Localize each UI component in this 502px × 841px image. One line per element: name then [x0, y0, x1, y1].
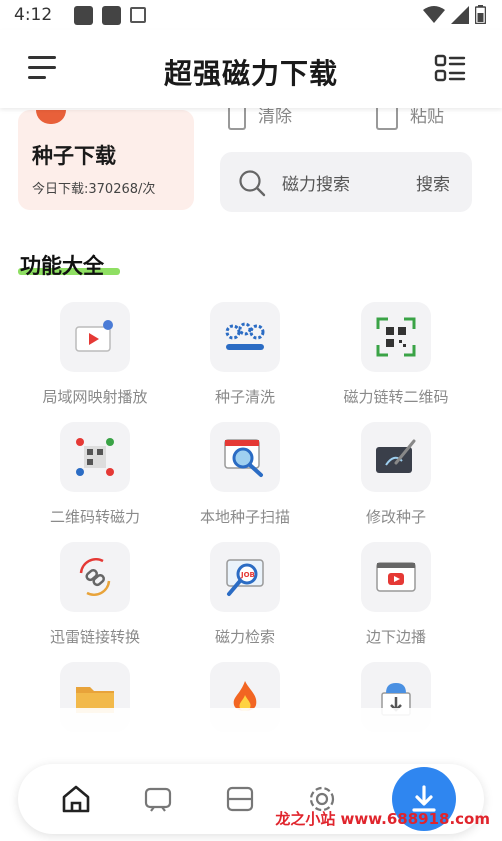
feature-label: 局域网映射播放 — [42, 388, 148, 406]
section-title: 功能大全 — [20, 254, 104, 278]
feature-qr-to-magnet[interactable]: 二维码转磁力 — [20, 422, 170, 532]
feature-thunder-link-convert[interactable]: 迅雷链接转换 — [20, 542, 170, 652]
status-icons — [423, 5, 486, 24]
watermark: 龙之小站 www.688918.com — [275, 810, 490, 828]
feature-label: 二维码转磁力 — [49, 508, 140, 526]
list-grid-icon[interactable] — [434, 54, 466, 84]
feature-label: 本地种子扫描 — [199, 508, 290, 526]
seed-leaf-icon — [36, 110, 66, 124]
signal-icon — [451, 5, 469, 24]
a-badge-icon — [130, 7, 147, 23]
search-icon — [239, 170, 266, 197]
tablet-pen-icon — [361, 422, 431, 492]
cast-screen-icon — [60, 302, 130, 372]
notification-square-icon — [102, 5, 122, 25]
paste-icon — [376, 108, 398, 130]
home-icon[interactable] — [58, 781, 94, 817]
gears-progress-icon — [210, 302, 280, 372]
feature-label: 修改种子 — [365, 508, 426, 526]
qr-scan-icon — [361, 302, 431, 372]
feature-edit-seed[interactable]: 修改种子 — [321, 422, 471, 532]
feature-label: 磁力检索 — [214, 628, 275, 646]
feature-lan-cast[interactable]: 局域网映射播放 — [20, 302, 170, 412]
magnifier-window-icon — [210, 422, 280, 492]
feature-magnet-search[interactable]: JOB 磁力检索 — [170, 542, 320, 652]
feature-label: 种子清洗 — [214, 388, 275, 406]
feature-label: 磁力链转二维码 — [343, 388, 449, 406]
status-bar: 4:12 — [0, 0, 502, 30]
cards-icon[interactable] — [222, 781, 258, 817]
clear-label: 清除 — [258, 108, 292, 127]
paste-label: 粘贴 — [410, 108, 444, 127]
search-button[interactable]: 搜索 — [416, 170, 450, 195]
feature-label: 边下边播 — [365, 628, 426, 646]
link-convert-icon — [60, 542, 130, 612]
app-screen: 4:12 超强磁力下载 种子下载 今日下载:370268/次 清除 粘贴 磁力搜… — [0, 0, 502, 841]
battery-icon — [475, 5, 486, 24]
status-time: 4:12 — [14, 5, 53, 25]
feature-local-seed-scan[interactable]: 本地种子扫描 — [170, 422, 320, 532]
tv-icon[interactable] — [140, 781, 176, 817]
feature-play-while-download[interactable]: 边下边播 — [321, 542, 471, 652]
seed-download-card[interactable]: 种子下载 今日下载:370268/次 — [18, 110, 194, 210]
feature-seed-clean[interactable]: 种子清洗 — [170, 302, 320, 412]
seed-card-title: 种子下载 — [32, 144, 116, 168]
app-header: 超强磁力下载 — [0, 30, 502, 108]
page-title: 超强磁力下载 — [163, 57, 338, 90]
seed-card-subtitle: 今日下载:370268/次 — [32, 182, 156, 197]
trash-icon — [228, 108, 246, 130]
svg-text:JOB: JOB — [240, 571, 255, 579]
clipboard-actions: 清除 粘贴 — [224, 108, 474, 130]
magnet-search-box: 磁力搜索 搜索 — [220, 152, 472, 212]
feature-label: 迅雷链接转换 — [49, 628, 140, 646]
qr-nodes-icon — [60, 422, 130, 492]
feature-magnet-to-qr[interactable]: 磁力链转二维码 — [321, 302, 471, 412]
search-input[interactable]: 磁力搜索 — [282, 170, 350, 195]
wifi-icon — [423, 5, 445, 23]
video-play-icon — [361, 542, 431, 612]
job-search-icon: JOB — [210, 542, 280, 612]
notification-square-icon — [74, 5, 94, 25]
